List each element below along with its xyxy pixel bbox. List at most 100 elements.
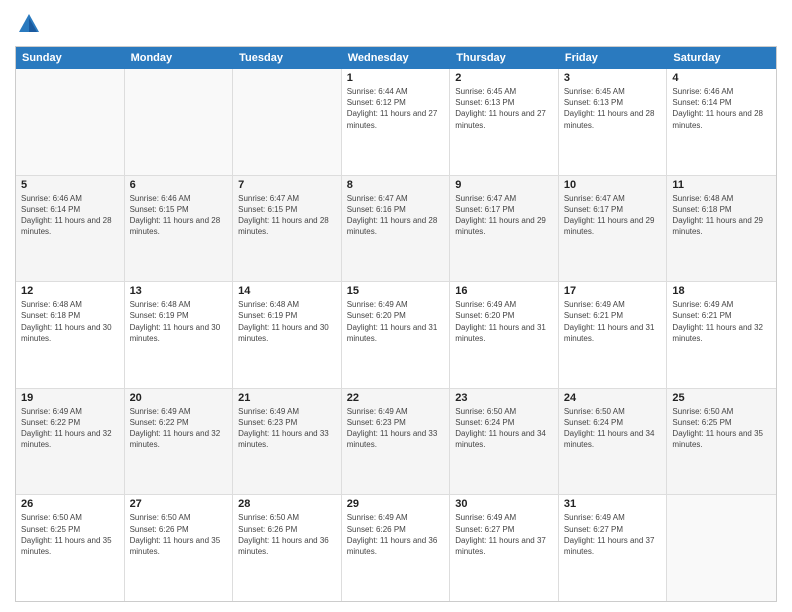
day-number: 26 xyxy=(21,498,119,510)
day-info: Sunrise: 6:49 AM Sunset: 6:26 PM Dayligh… xyxy=(347,512,445,557)
day-number: 6 xyxy=(130,179,228,191)
day-info: Sunrise: 6:49 AM Sunset: 6:20 PM Dayligh… xyxy=(347,299,445,344)
day-number: 14 xyxy=(238,285,336,297)
calendar-day-cell: 19 Sunrise: 6:49 AM Sunset: 6:22 PM Dayli… xyxy=(16,389,125,495)
day-info: Sunrise: 6:48 AM Sunset: 6:19 PM Dayligh… xyxy=(238,299,336,344)
calendar-day-cell: 14 Sunrise: 6:48 AM Sunset: 6:19 PM Dayli… xyxy=(233,282,342,388)
day-number: 9 xyxy=(455,179,553,191)
calendar-day-cell: 20 Sunrise: 6:49 AM Sunset: 6:22 PM Dayli… xyxy=(125,389,234,495)
page: SundayMondayTuesdayWednesdayThursdayFrid… xyxy=(0,0,792,612)
day-info: Sunrise: 6:49 AM Sunset: 6:22 PM Dayligh… xyxy=(130,406,228,451)
day-number: 24 xyxy=(564,392,662,404)
day-info: Sunrise: 6:49 AM Sunset: 6:22 PM Dayligh… xyxy=(21,406,119,451)
calendar-day-cell: 8 Sunrise: 6:47 AM Sunset: 6:16 PM Daylig… xyxy=(342,176,451,282)
calendar-day-cell: 7 Sunrise: 6:47 AM Sunset: 6:15 PM Daylig… xyxy=(233,176,342,282)
calendar-header-cell: Tuesday xyxy=(233,47,342,69)
calendar-day-cell: 5 Sunrise: 6:46 AM Sunset: 6:14 PM Daylig… xyxy=(16,176,125,282)
day-info: Sunrise: 6:47 AM Sunset: 6:17 PM Dayligh… xyxy=(564,193,662,238)
day-info: Sunrise: 6:47 AM Sunset: 6:17 PM Dayligh… xyxy=(455,193,553,238)
calendar-day-cell: 13 Sunrise: 6:48 AM Sunset: 6:19 PM Dayli… xyxy=(125,282,234,388)
calendar-empty-cell xyxy=(125,69,234,175)
day-number: 30 xyxy=(455,498,553,510)
calendar-week-row: 19 Sunrise: 6:49 AM Sunset: 6:22 PM Dayli… xyxy=(16,389,776,496)
calendar-day-cell: 16 Sunrise: 6:49 AM Sunset: 6:20 PM Dayli… xyxy=(450,282,559,388)
header xyxy=(15,10,777,38)
day-number: 25 xyxy=(672,392,771,404)
calendar-day-cell: 12Sunrise: 6:48 AM Sunset: 6:18 PM Dayli… xyxy=(16,282,125,388)
calendar-day-cell: 28 Sunrise: 6:50 AM Sunset: 6:26 PM Dayli… xyxy=(233,495,342,601)
day-info: Sunrise: 6:46 AM Sunset: 6:14 PM Dayligh… xyxy=(21,193,119,238)
day-number: 8 xyxy=(347,179,445,191)
day-info: Sunrise: 6:45 AM Sunset: 6:13 PM Dayligh… xyxy=(455,86,553,131)
day-number: 7 xyxy=(238,179,336,191)
day-number: 2 xyxy=(455,72,553,84)
calendar-week-row: 12Sunrise: 6:48 AM Sunset: 6:18 PM Dayli… xyxy=(16,282,776,389)
day-info: Sunrise: 6:48 AM Sunset: 6:19 PM Dayligh… xyxy=(130,299,228,344)
calendar-day-cell: 31Sunrise: 6:49 AM Sunset: 6:27 PM Dayli… xyxy=(559,495,668,601)
day-number: 29 xyxy=(347,498,445,510)
calendar-day-cell: 6 Sunrise: 6:46 AM Sunset: 6:15 PM Daylig… xyxy=(125,176,234,282)
calendar-header-row: SundayMondayTuesdayWednesdayThursdayFrid… xyxy=(16,47,776,69)
day-info: Sunrise: 6:44 AM Sunset: 6:12 PM Dayligh… xyxy=(347,86,445,131)
calendar-day-cell: 21 Sunrise: 6:49 AM Sunset: 6:23 PM Dayli… xyxy=(233,389,342,495)
day-info: Sunrise: 6:50 AM Sunset: 6:25 PM Dayligh… xyxy=(21,512,119,557)
day-info: Sunrise: 6:47 AM Sunset: 6:16 PM Dayligh… xyxy=(347,193,445,238)
calendar-empty-cell xyxy=(16,69,125,175)
day-number: 20 xyxy=(130,392,228,404)
day-number: 12 xyxy=(21,285,119,297)
calendar-day-cell: 11 Sunrise: 6:48 AM Sunset: 6:18 PM Dayli… xyxy=(667,176,776,282)
day-info: Sunrise: 6:49 AM Sunset: 6:27 PM Dayligh… xyxy=(564,512,662,557)
calendar-header-cell: Friday xyxy=(559,47,668,69)
calendar-empty-cell xyxy=(233,69,342,175)
day-info: Sunrise: 6:47 AM Sunset: 6:15 PM Dayligh… xyxy=(238,193,336,238)
day-info: Sunrise: 6:50 AM Sunset: 6:26 PM Dayligh… xyxy=(130,512,228,557)
day-number: 21 xyxy=(238,392,336,404)
calendar-week-row: 5 Sunrise: 6:46 AM Sunset: 6:14 PM Daylig… xyxy=(16,176,776,283)
day-info: Sunrise: 6:49 AM Sunset: 6:21 PM Dayligh… xyxy=(564,299,662,344)
calendar-day-cell: 26 Sunrise: 6:50 AM Sunset: 6:25 PM Dayli… xyxy=(16,495,125,601)
logo xyxy=(15,10,47,38)
day-number: 13 xyxy=(130,285,228,297)
day-number: 27 xyxy=(130,498,228,510)
calendar-day-cell: 2 Sunrise: 6:45 AM Sunset: 6:13 PM Daylig… xyxy=(450,69,559,175)
day-info: Sunrise: 6:46 AM Sunset: 6:15 PM Dayligh… xyxy=(130,193,228,238)
calendar-day-cell: 3 Sunrise: 6:45 AM Sunset: 6:13 PM Daylig… xyxy=(559,69,668,175)
day-number: 11 xyxy=(672,179,771,191)
day-info: Sunrise: 6:49 AM Sunset: 6:27 PM Dayligh… xyxy=(455,512,553,557)
calendar-day-cell: 1Sunrise: 6:44 AM Sunset: 6:12 PM Daylig… xyxy=(342,69,451,175)
day-info: Sunrise: 6:50 AM Sunset: 6:25 PM Dayligh… xyxy=(672,406,771,451)
day-number: 22 xyxy=(347,392,445,404)
calendar-day-cell: 18Sunrise: 6:49 AM Sunset: 6:21 PM Dayli… xyxy=(667,282,776,388)
calendar-day-cell: 30 Sunrise: 6:49 AM Sunset: 6:27 PM Dayli… xyxy=(450,495,559,601)
day-number: 18 xyxy=(672,285,771,297)
day-info: Sunrise: 6:48 AM Sunset: 6:18 PM Dayligh… xyxy=(672,193,771,238)
day-number: 3 xyxy=(564,72,662,84)
calendar-body: 1Sunrise: 6:44 AM Sunset: 6:12 PM Daylig… xyxy=(16,69,776,601)
day-number: 5 xyxy=(21,179,119,191)
day-number: 28 xyxy=(238,498,336,510)
day-info: Sunrise: 6:49 AM Sunset: 6:20 PM Dayligh… xyxy=(455,299,553,344)
calendar-header-cell: Monday xyxy=(125,47,234,69)
day-number: 4 xyxy=(672,72,771,84)
calendar-day-cell: 24 Sunrise: 6:50 AM Sunset: 6:24 PM Dayli… xyxy=(559,389,668,495)
day-number: 23 xyxy=(455,392,553,404)
calendar-day-cell: 4Sunrise: 6:46 AM Sunset: 6:14 PM Daylig… xyxy=(667,69,776,175)
day-info: Sunrise: 6:50 AM Sunset: 6:26 PM Dayligh… xyxy=(238,512,336,557)
calendar-header-cell: Wednesday xyxy=(342,47,451,69)
calendar-week-row: 1Sunrise: 6:44 AM Sunset: 6:12 PM Daylig… xyxy=(16,69,776,176)
calendar-day-cell: 9 Sunrise: 6:47 AM Sunset: 6:17 PM Daylig… xyxy=(450,176,559,282)
calendar-day-cell: 10 Sunrise: 6:47 AM Sunset: 6:17 PM Dayli… xyxy=(559,176,668,282)
day-number: 16 xyxy=(455,285,553,297)
calendar: SundayMondayTuesdayWednesdayThursdayFrid… xyxy=(15,46,777,602)
day-info: Sunrise: 6:50 AM Sunset: 6:24 PM Dayligh… xyxy=(564,406,662,451)
calendar-header-cell: Sunday xyxy=(16,47,125,69)
calendar-day-cell: 23Sunrise: 6:50 AM Sunset: 6:24 PM Dayli… xyxy=(450,389,559,495)
day-number: 19 xyxy=(21,392,119,404)
calendar-day-cell: 25 Sunrise: 6:50 AM Sunset: 6:25 PM Dayli… xyxy=(667,389,776,495)
calendar-day-cell: 22Sunrise: 6:49 AM Sunset: 6:23 PM Dayli… xyxy=(342,389,451,495)
day-info: Sunrise: 6:45 AM Sunset: 6:13 PM Dayligh… xyxy=(564,86,662,131)
day-number: 10 xyxy=(564,179,662,191)
calendar-week-row: 26 Sunrise: 6:50 AM Sunset: 6:25 PM Dayli… xyxy=(16,495,776,601)
calendar-empty-cell xyxy=(667,495,776,601)
day-info: Sunrise: 6:49 AM Sunset: 6:23 PM Dayligh… xyxy=(238,406,336,451)
